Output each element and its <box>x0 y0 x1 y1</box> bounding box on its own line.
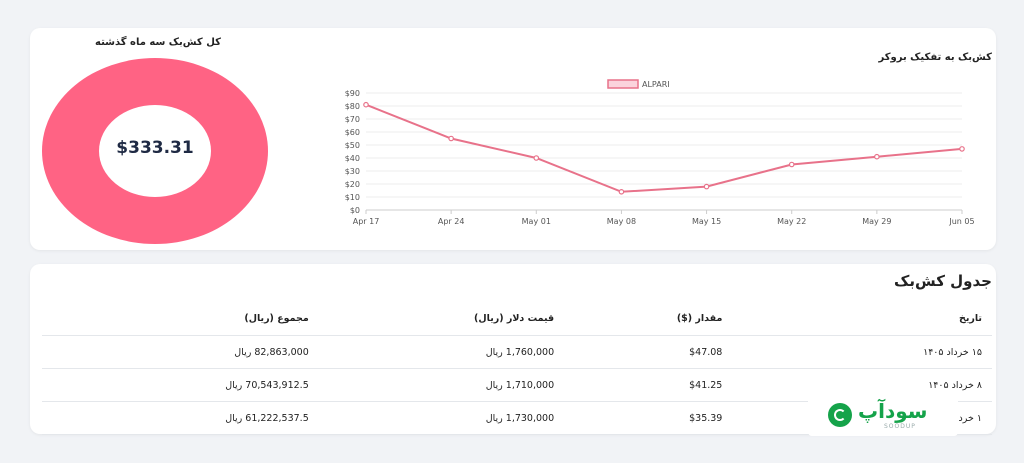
data-point <box>788 161 795 168</box>
table-header-row: مجموع (ریال) قیمت دلار (ریال) مقدار ($) … <box>42 301 992 336</box>
x-tick-label: May 01 <box>522 217 551 226</box>
y-tick-label: $0 <box>350 206 360 215</box>
x-tick-label: Apr 24 <box>438 217 465 226</box>
data-point <box>363 101 369 108</box>
x-tick-label: May 22 <box>777 217 806 226</box>
series-line-alpari <box>365 103 963 193</box>
cell-amount: $47.08 <box>562 335 731 369</box>
x-tick-label: May 29 <box>862 217 891 226</box>
watermark-subtext: SOODUP <box>884 423 916 430</box>
watermark-text: سودآپ <box>858 399 928 423</box>
data-point <box>618 189 625 195</box>
data-point <box>874 153 880 160</box>
x-tick-label: Jun 05 <box>948 217 974 226</box>
header-total[interactable]: مجموع (ریال) <box>42 301 317 336</box>
header-date[interactable]: تاریخ <box>730 301 992 336</box>
y-tick-label: $50 <box>345 141 360 150</box>
data-point <box>533 155 540 161</box>
broker-chart-title: کش‌بک به تفکیک بروکر <box>878 52 992 63</box>
header-price[interactable]: قیمت دلار (ریال) <box>316 301 563 336</box>
y-tick-label: $10 <box>345 193 360 202</box>
x-tick-label: May 15 <box>692 217 721 226</box>
cell-price: 1,730,000 ریال <box>316 401 563 435</box>
soodup-logo-icon <box>828 403 852 427</box>
cell-amount: $41.25 <box>562 368 731 402</box>
cell-price: 1,710,000 ریال <box>316 368 563 402</box>
cell-total: 61,222,537.5 ریال <box>42 401 317 435</box>
legend-swatch <box>607 79 639 89</box>
donut-total-value: $333.31 <box>116 138 194 158</box>
y-tick-label: $70 <box>345 115 360 124</box>
y-tick-label: $20 <box>345 180 360 189</box>
y-tick-label: $60 <box>345 128 360 137</box>
cell-total: 70,543,912.5 ریال <box>42 368 317 402</box>
y-tick-label: $30 <box>345 167 360 176</box>
y-tick-label: $90 <box>345 89 360 98</box>
header-amount[interactable]: مقدار ($) <box>562 301 731 336</box>
cell-date: ۱۵ خرداد ۱۴۰۵ <box>730 335 992 369</box>
cell-price: 1,760,000 ریال <box>316 335 563 369</box>
legend-label: ALPARI <box>642 80 670 89</box>
data-point <box>959 146 965 152</box>
y-tick-label: $80 <box>345 102 360 111</box>
table-row: 82,863,000 ریال 1,760,000 ریال $47.08 ۱۵… <box>42 335 992 369</box>
data-point <box>703 183 710 190</box>
donut-chart-title: کل کش‌بک سه ماه گذشته <box>95 37 221 48</box>
x-tick-label: May 08 <box>607 217 636 226</box>
broker-line-chart[interactable]: $0 $10 $20 $30 $40 $50 $60 $70 $80 $90 Apr 17 Apr 2… <box>330 70 996 235</box>
cell-total: 82,863,000 ریال <box>42 335 317 369</box>
cell-amount: $35.39 <box>562 401 731 435</box>
data-point <box>448 135 454 142</box>
x-tick-label: Apr 17 <box>353 217 380 226</box>
table-title: جدول کش‌بک <box>894 272 992 290</box>
y-tick-label: $40 <box>345 154 360 163</box>
